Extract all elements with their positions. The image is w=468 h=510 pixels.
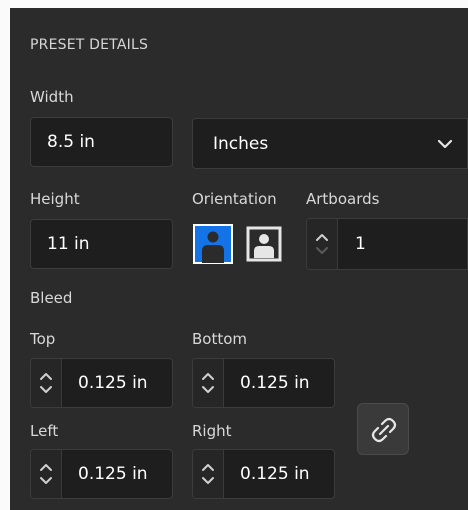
window-frame-top	[0, 0, 468, 8]
bleed-left-stepper-buttons	[31, 450, 62, 498]
bleed-bottom-stepper-buttons	[193, 359, 224, 407]
bleed-top-decrement[interactable]	[31, 383, 61, 407]
height-label: Height	[30, 190, 80, 208]
bleed-bottom-value: 0.125 in	[240, 373, 310, 393]
bleed-label: Bleed	[30, 289, 73, 307]
artboards-stepper[interactable]: 1	[306, 218, 468, 270]
artboards-stepper-buttons	[307, 219, 338, 269]
chain-link-icon	[371, 417, 397, 443]
portrait-orientation-button[interactable]	[193, 224, 233, 264]
chevron-up-icon	[316, 234, 328, 241]
chevron-down-icon	[316, 247, 328, 254]
artboards-label: Artboards	[306, 190, 380, 208]
bleed-right-increment[interactable]	[193, 450, 223, 474]
preset-details-panel: PRESET DETAILS Width 8.5 in Inches Heigh…	[0, 0, 468, 510]
artboards-value: 1	[355, 234, 366, 254]
bleed-left-stepper[interactable]: 0.125 in	[30, 449, 173, 499]
portrait-icon	[193, 224, 233, 264]
bleed-right-stepper[interactable]: 0.125 in	[192, 449, 335, 499]
chevron-down-icon	[202, 477, 214, 484]
bleed-right-label: Right	[192, 422, 232, 440]
bleed-top-label: Top	[30, 330, 56, 348]
width-value: 8.5 in	[47, 132, 95, 152]
bleed-right-stepper-buttons	[193, 450, 224, 498]
orientation-label: Orientation	[192, 190, 277, 208]
bleed-bottom-decrement[interactable]	[193, 383, 223, 407]
bleed-right-decrement[interactable]	[193, 474, 223, 498]
landscape-orientation-button[interactable]	[244, 224, 284, 264]
window-frame-left	[0, 0, 10, 510]
bleed-left-value: 0.125 in	[78, 464, 148, 484]
bleed-top-value: 0.125 in	[78, 373, 148, 393]
bleed-left-increment[interactable]	[31, 450, 61, 474]
bleed-right-value: 0.125 in	[240, 464, 310, 484]
units-dropdown[interactable]: Inches	[192, 118, 468, 169]
bleed-left-label: Left	[30, 422, 59, 440]
bleed-top-increment[interactable]	[31, 359, 61, 383]
chevron-up-icon	[202, 373, 214, 380]
width-input[interactable]: 8.5 in	[30, 117, 173, 167]
landscape-icon	[246, 226, 282, 262]
units-selected: Inches	[213, 133, 269, 154]
chevron-up-icon	[40, 464, 52, 471]
bleed-left-decrement[interactable]	[31, 474, 61, 498]
chevron-down-icon	[40, 477, 52, 484]
section-title: PRESET DETAILS	[30, 37, 149, 53]
artboards-increment[interactable]	[307, 219, 337, 244]
link-bleed-button[interactable]	[357, 403, 409, 455]
bleed-bottom-increment[interactable]	[193, 359, 223, 383]
chevron-down-icon	[40, 386, 52, 393]
chevron-down-icon	[437, 139, 453, 148]
chevron-up-icon	[202, 464, 214, 471]
bleed-top-stepper-buttons	[31, 359, 62, 407]
bleed-top-stepper[interactable]: 0.125 in	[30, 358, 173, 408]
bleed-bottom-stepper[interactable]: 0.125 in	[192, 358, 335, 408]
height-value: 11 in	[47, 234, 90, 254]
height-input[interactable]: 11 in	[30, 219, 173, 269]
width-label: Width	[30, 88, 74, 106]
bleed-bottom-label: Bottom	[192, 330, 248, 348]
artboards-decrement[interactable]	[307, 244, 337, 269]
chevron-up-icon	[40, 373, 52, 380]
chevron-down-icon	[202, 386, 214, 393]
